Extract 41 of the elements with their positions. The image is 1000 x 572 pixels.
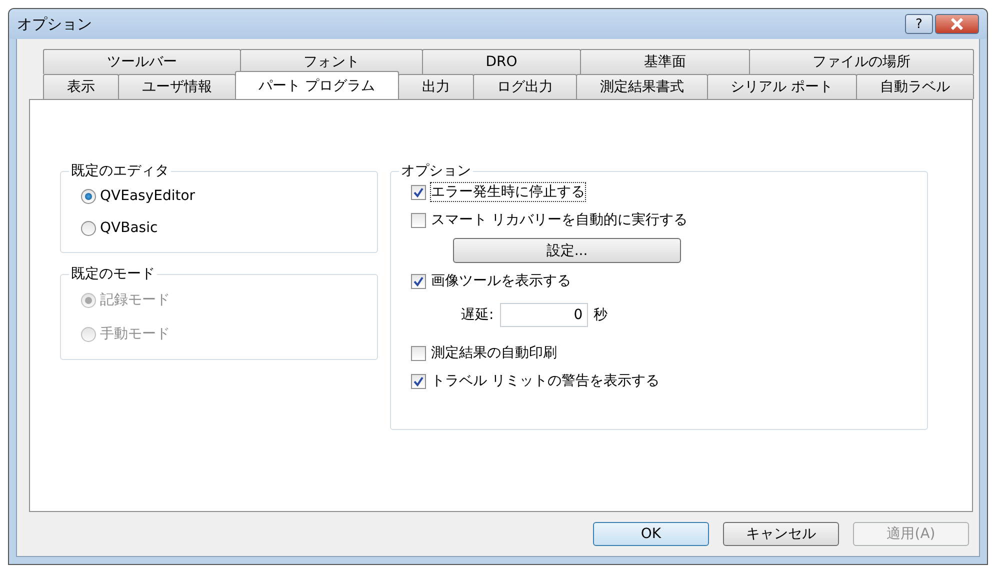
- tab[interactable]: DRO: [422, 49, 582, 74]
- radio-label: 手動モード: [100, 325, 170, 343]
- tab[interactable]: シリアル ポート: [706, 74, 858, 99]
- checkbox-label: エラー発生時に停止する: [430, 182, 586, 202]
- delay-input[interactable]: 0: [500, 303, 588, 327]
- checkbox-option[interactable]: 画像ツールを表示する: [411, 271, 927, 291]
- checkbox-label: 測定結果の自動印刷: [430, 344, 558, 363]
- tab[interactable]: 自動ラベル: [856, 74, 974, 99]
- help-button[interactable]: ?: [905, 14, 933, 34]
- radio-option[interactable]: QVBasic: [81, 220, 377, 236]
- tab[interactable]: パート プログラム: [234, 71, 400, 99]
- tab[interactable]: 基準面: [580, 49, 750, 74]
- close-icon: [950, 18, 964, 30]
- tab[interactable]: ファイルの場所: [748, 49, 974, 74]
- radio-label: 記録モード: [100, 291, 170, 309]
- group-title: オプション: [400, 162, 472, 180]
- checkbox-label: トラベル リミットの警告を表示する: [430, 372, 660, 391]
- tab[interactable]: 出力: [398, 74, 474, 99]
- checkbox-option[interactable]: スマート リカバリーを自動的に実行する: [411, 210, 927, 230]
- checkbox-label: 画像ツールを表示する: [430, 272, 572, 291]
- radio-label: QVBasic: [100, 220, 158, 236]
- radio-label: QVEasyEditor: [100, 188, 196, 204]
- checkbox-label: スマート リカバリーを自動的に実行する: [430, 211, 688, 230]
- radio-option[interactable]: QVEasyEditor: [81, 188, 377, 204]
- checkbox-option[interactable]: 測定結果の自動印刷: [411, 343, 927, 363]
- dialog-button[interactable]: キャンセル: [723, 522, 839, 546]
- tab[interactable]: ユーザ情報: [118, 74, 236, 99]
- tab[interactable]: ツールバー: [43, 49, 240, 74]
- window-title: オプション: [17, 14, 92, 34]
- settings-button[interactable]: 設定...: [453, 238, 681, 263]
- unit-label: 秒: [594, 306, 608, 324]
- dialog-button[interactable]: OK: [593, 522, 709, 546]
- field-label: 遅延:: [461, 306, 494, 324]
- checkbox-option[interactable]: トラベル リミットの警告を表示する: [411, 371, 927, 391]
- tab[interactable]: 測定結果書式: [576, 74, 708, 99]
- tab[interactable]: 表示: [43, 74, 119, 99]
- close-button[interactable]: [935, 14, 979, 34]
- group-title: 既定のモード: [70, 265, 156, 283]
- group-title: 既定のエディタ: [70, 162, 170, 180]
- tab[interactable]: ログ出力: [473, 74, 577, 99]
- checkbox-option[interactable]: エラー発生時に停止する: [411, 182, 927, 202]
